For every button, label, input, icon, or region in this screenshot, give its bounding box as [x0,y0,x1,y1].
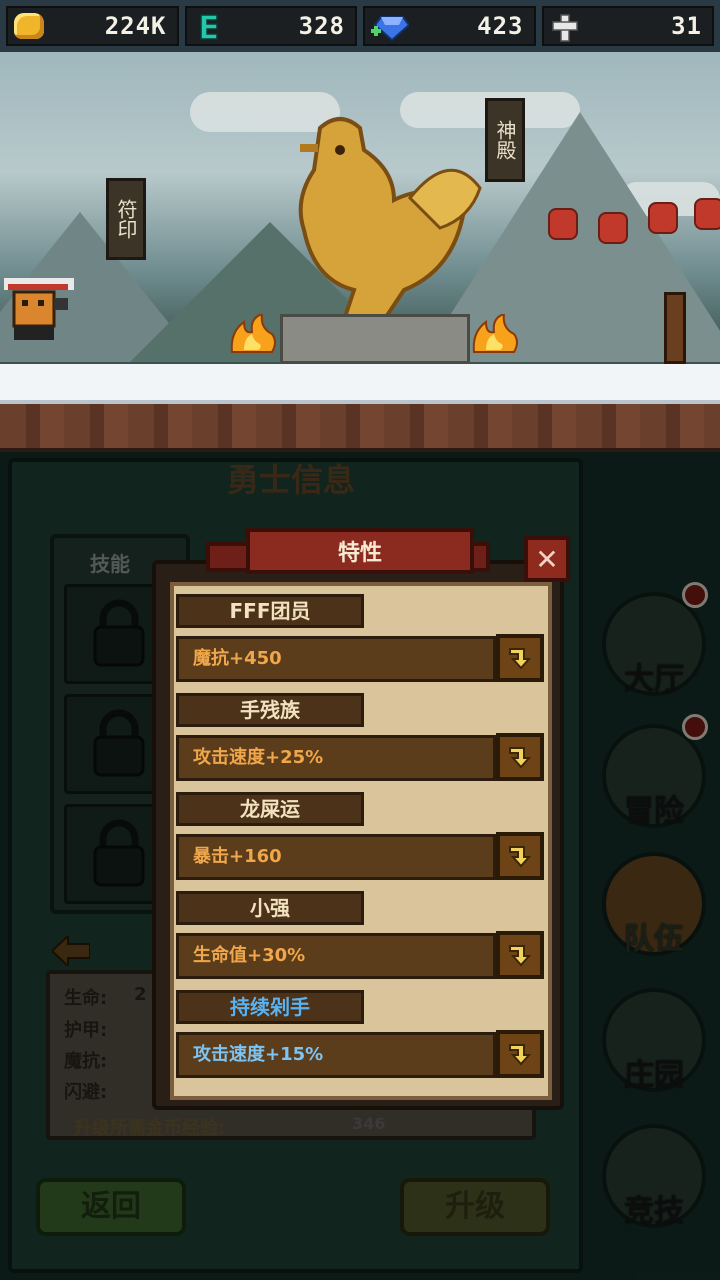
statue-pedestal [280,314,470,364]
bonfire-right [472,314,518,353]
resource-bar: 224K 328 423 31 [0,0,720,52]
close-icon: ✕ [535,542,559,576]
seal-sign[interactable]: 符印 [106,178,146,260]
cross-counter[interactable]: 31 [541,6,714,46]
reroll-arrow-icon [509,648,532,670]
cross-icon [550,13,580,42]
reroll-arrow-icon [509,945,532,967]
trait-reroll-button[interactable] [496,931,544,979]
modal-title-ribbon: 特性 [206,528,490,576]
trait-reroll-button[interactable] [496,1030,544,1078]
ether-value: 328 [298,12,345,40]
gold-value: 224K [104,12,167,40]
trait-reroll-button[interactable] [496,832,544,880]
trait-effect: 攻击速度+15% [176,1032,496,1078]
reroll-arrow-icon [509,747,532,769]
temple-scene: 符印 神殿 [0,52,720,452]
trait-effect: 生命值+30% [176,933,496,979]
ribbon-body: 特性 [246,528,474,574]
trait-name: 龙屎运 [176,792,364,826]
trait-reroll-button[interactable] [496,634,544,682]
gem-value: 423 [477,12,524,40]
hero-character[interactable] [4,270,78,344]
trait-name: 持续剁手 [176,990,364,1024]
golden-rooster-statue [298,117,482,322]
temple-sign[interactable]: 神殿 [485,98,525,182]
modal-title: 特性 [337,541,382,566]
wooden-totem [664,292,686,364]
bonfire-left [230,314,276,353]
reroll-arrow-icon [509,846,532,868]
trait-effect: 魔抗+450 [176,636,496,682]
ether-icon [197,13,219,40]
snow-ground [0,364,720,404]
ether-counter[interactable]: 328 [184,6,357,46]
trait-name: 小强 [176,891,364,925]
lantern [694,198,720,230]
lantern [548,208,578,240]
lantern [648,202,678,234]
gem-icon [371,13,409,41]
close-button[interactable]: ✕ [524,536,570,582]
cross-value: 31 [671,12,702,40]
trait-reroll-button[interactable] [496,733,544,781]
gold-icon [14,13,44,39]
ribbon-tail-left [206,542,250,572]
gold-counter[interactable]: 224K [6,6,179,46]
gem-counter[interactable]: 423 [363,6,536,46]
trait-name: FFF团员 [176,594,364,628]
dirt-ground [0,404,720,452]
reroll-arrow-icon [509,1044,532,1066]
trait-name: 手残族 [176,693,364,727]
trait-effect: 暴击+160 [176,834,496,880]
lantern [598,212,628,244]
trait-effect: 攻击速度+25% [176,735,496,781]
